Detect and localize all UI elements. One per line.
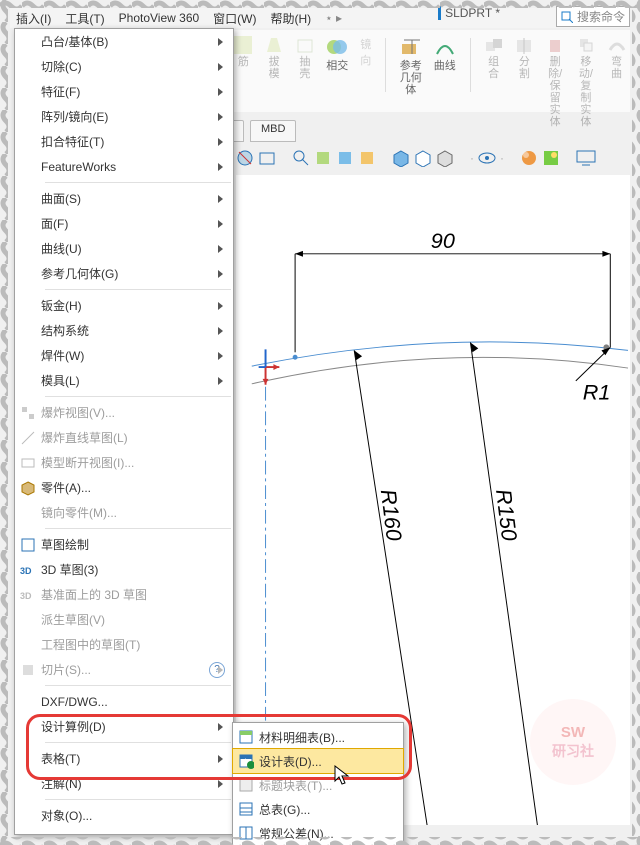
mi-slice: 切片(S)...? <box>15 657 233 682</box>
mi-sketch[interactable]: 草图绘制 <box>15 532 233 557</box>
rb-mirror-txt: 镜向 <box>360 36 371 68</box>
mi-sheetmetal[interactable]: 钣金(H) <box>15 293 233 318</box>
mi-refgeo[interactable]: 参考几何体(G) <box>15 261 233 286</box>
dim-r160: R160 <box>376 488 407 542</box>
display-cube-icon[interactable] <box>392 149 410 167</box>
mi-expline: 爆炸直线草图(L) <box>15 425 233 450</box>
insert-menu: 凸台/基体(B) 切除(C) 特征(F) 阵列/镜向(E) 扣合特征(T) Fe… <box>14 28 234 835</box>
mi-modelbreak: 模型断开视图(I)... <box>15 450 233 475</box>
sm-titleblock: 标题块表(T)... <box>233 773 403 797</box>
rb-delete: 删除/保留实体 <box>546 36 565 129</box>
rb-flex: 弯曲 <box>607 36 626 80</box>
mi-pattern[interactable]: 阵列/镜向(E) <box>15 104 233 129</box>
help-icon[interactable]: ? <box>209 662 225 678</box>
svg-text:3D: 3D <box>20 591 32 601</box>
rb-shell: 抽壳 <box>296 36 315 80</box>
menu-tools[interactable]: 工具(T) <box>65 10 104 27</box>
menu-insert[interactable]: 插入(I) <box>16 10 51 27</box>
mi-drwsketch: 工程图中的草图(T) <box>15 632 233 657</box>
mi-hyperlink[interactable]: 超文本链接(Y)... <box>15 828 233 835</box>
document-tab[interactable]: SLDPRT * <box>438 6 500 20</box>
tb-sep: · <box>500 151 504 165</box>
mi-derived: 派生草图(V) <box>15 607 233 632</box>
mi-object[interactable]: 对象(O)... <box>15 803 233 828</box>
mi-cut[interactable]: 切除(C) <box>15 54 233 79</box>
mi-curve[interactable]: 曲线(U) <box>15 236 233 261</box>
mi-mirrorpart: 镜向零件(M)... <box>15 500 233 525</box>
menu-help[interactable]: 帮助(H) <box>271 10 312 27</box>
search-label: 搜索命令 <box>577 8 625 25</box>
mi-boss[interactable]: 凸台/基体(B) <box>15 29 233 54</box>
tb-btn[interactable] <box>258 149 276 167</box>
doc-indicator <box>438 6 441 20</box>
rb-refgeo[interactable]: 参考几何体 <box>400 36 422 96</box>
menu-fill[interactable]: ⋆ ▸ <box>325 11 342 25</box>
mi-structure[interactable]: 结构系统 <box>15 318 233 343</box>
rb-rib: 筋 <box>234 36 253 68</box>
doc-name: SLDPRT * <box>445 6 500 20</box>
rb-split: 分割 <box>515 36 534 80</box>
mi-exploded: 爆炸视图(V)... <box>15 400 233 425</box>
tb-btn[interactable] <box>336 149 354 167</box>
dim-r1: R1 <box>583 380 611 405</box>
sm-tolerance[interactable]: 常规公差(N)... <box>233 821 403 845</box>
rb-intersect[interactable]: 相交 <box>326 36 348 72</box>
menu-photoview[interactable]: PhotoView 360 <box>119 11 200 25</box>
tb-btn[interactable] <box>292 149 310 167</box>
mi-surface[interactable]: 曲面(S) <box>15 186 233 211</box>
mi-studies[interactable]: 设计算例(D) <box>15 714 233 739</box>
mi-3dsketch[interactable]: 3D3D 草图(3) <box>15 557 233 582</box>
ribbon: 筋 拔模 抽壳 相交 镜向 参考几何体 曲线 组合 分割 删除/保留实体 移动/… <box>230 30 630 112</box>
display-cube-icon[interactable] <box>414 149 432 167</box>
mi-fasten[interactable]: 扣合特征(T) <box>15 129 233 154</box>
rb-curves[interactable]: 曲线 <box>434 36 456 72</box>
sm-general[interactable]: 总表(G)... <box>233 797 403 821</box>
tb-sep: · <box>470 151 474 165</box>
mi-annotations[interactable]: 注解(N) <box>15 771 233 796</box>
mi-tables[interactable]: 表格(T) <box>15 746 233 771</box>
menubar: 插入(I) 工具(T) PhotoView 360 窗口(W) 帮助(H) ⋆ … <box>10 8 630 28</box>
tb-btn[interactable] <box>358 149 376 167</box>
rb-draft: 拔模 <box>265 36 284 80</box>
tb-btn[interactable] <box>236 149 254 167</box>
appearance-icon[interactable] <box>520 149 538 167</box>
rb-move: 移动/复制实体 <box>577 36 596 129</box>
dim-90: 90 <box>431 228 455 253</box>
search-icon <box>561 11 573 23</box>
svg-text:3D: 3D <box>20 566 32 576</box>
mi-features[interactable]: 特征(F) <box>15 79 233 104</box>
scene-icon[interactable] <box>542 149 560 167</box>
tb-btn[interactable] <box>314 149 332 167</box>
mi-mold[interactable]: 模具(L) <box>15 368 233 393</box>
watermark-icon: SW 研习社 <box>530 699 616 785</box>
sm-bom[interactable]: 材料明细表(B)... <box>233 725 403 749</box>
search-command[interactable]: 搜索命令 <box>556 6 630 27</box>
mi-dxf[interactable]: DXF/DWG... <box>15 689 233 714</box>
rb-combine: 组合 <box>484 36 503 80</box>
tables-submenu: 材料明细表(B)... 设计表(D)... 标题块表(T)... 总表(G)..… <box>232 722 404 845</box>
monitor-icon[interactable] <box>576 150 596 166</box>
sm-designtable[interactable]: 设计表(D)... <box>233 749 403 773</box>
mi-fworks[interactable]: FeatureWorks <box>15 154 233 179</box>
eye-icon[interactable] <box>478 149 496 167</box>
display-cube-icon[interactable] <box>436 149 454 167</box>
mi-part[interactable]: 零件(A)... <box>15 475 233 500</box>
menu-window[interactable]: 窗口(W) <box>213 10 256 27</box>
app-frame: 插入(I) 工具(T) PhotoView 360 窗口(W) 帮助(H) ⋆ … <box>0 0 640 845</box>
mi-face[interactable]: 面(F) <box>15 211 233 236</box>
cursor-icon <box>334 765 352 787</box>
dim-r150: R150 <box>491 488 522 542</box>
view-toolbar: · · <box>236 145 630 171</box>
mi-weldment[interactable]: 焊件(W) <box>15 343 233 368</box>
mi-3dplane: 3D基准面上的 3D 草图 <box>15 582 233 607</box>
tab-mbd[interactable]: MBD <box>250 120 296 142</box>
